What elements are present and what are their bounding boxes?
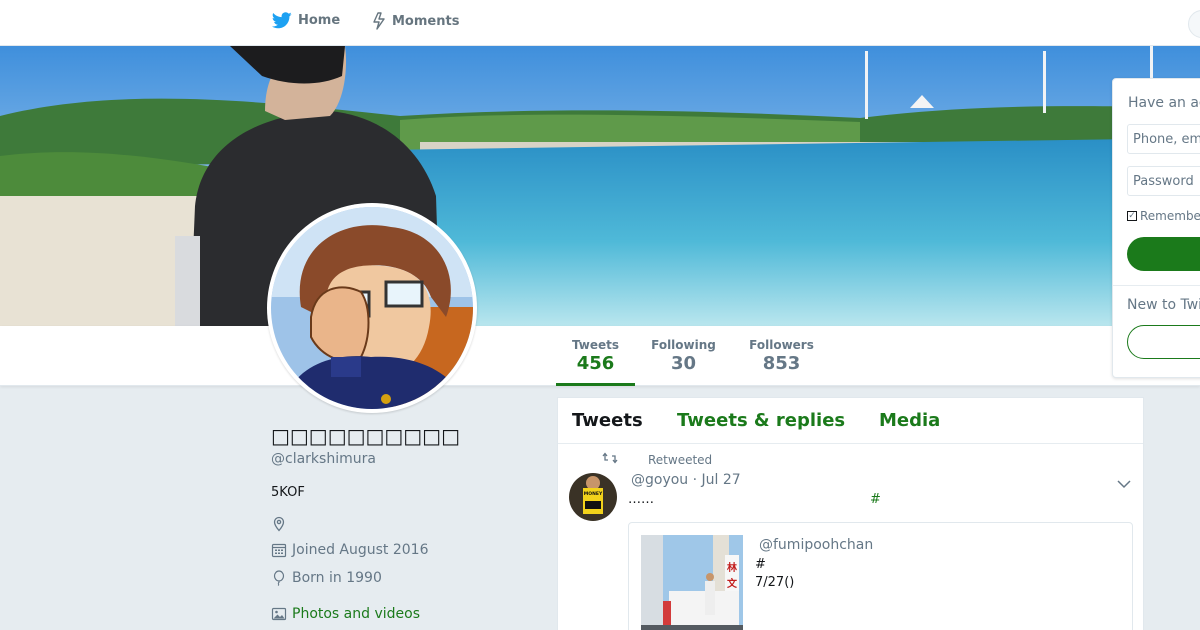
profile-bio: 5KOF	[271, 485, 305, 500]
phone-email-username-field[interactable]	[1127, 124, 1200, 154]
stat-tweets-value: 456	[576, 353, 615, 374]
lightning-icon	[372, 12, 386, 30]
tweet-date[interactable]: Jul 27	[702, 472, 741, 488]
login-panel: Have an account? ✓ Remember me New to Tw…	[1112, 78, 1200, 378]
retweet-context: Retweeted	[602, 452, 712, 467]
quoted-tweet-date-text: 7/27()	[755, 575, 795, 590]
stat-following[interactable]: Following 30	[650, 338, 717, 374]
stat-following-label: Following	[651, 338, 716, 352]
tab-tweets-and-replies[interactable]: Tweets & replies	[677, 410, 845, 431]
login-divider	[1113, 285, 1200, 286]
stat-tweets[interactable]: Tweets 456	[556, 338, 635, 386]
nav-home-label: Home	[298, 13, 341, 28]
banner-char-1: 林	[727, 561, 738, 574]
tab-tweets[interactable]: Tweets	[572, 410, 643, 431]
login-heading: Have an account?	[1128, 95, 1200, 111]
avatar-sign-text: MONEY	[584, 491, 603, 497]
photos-and-videos-label: Photos and videos	[292, 606, 421, 622]
chevron-down-icon[interactable]	[1117, 474, 1131, 493]
twitter-bird-icon	[272, 12, 292, 29]
remember-me[interactable]: ✓ Remember me	[1127, 209, 1200, 223]
profile-birthday: Born in 1990	[271, 570, 382, 586]
profile-avatar[interactable]	[267, 203, 477, 413]
stat-followers[interactable]: Followers 853	[748, 338, 815, 374]
nav-moments-link[interactable]: Moments	[372, 12, 459, 30]
tweet-author-handle[interactable]: @goyou	[631, 472, 688, 488]
balloon-icon	[271, 570, 287, 586]
tweet-author-avatar[interactable]: MONEY	[569, 473, 617, 521]
timeline: Tweets Tweets & replies Media Retweeted …	[557, 397, 1144, 630]
nav-moments-label: Moments	[392, 13, 460, 29]
tab-media[interactable]: Media	[879, 410, 940, 431]
remember-me-label: Remember me	[1140, 209, 1200, 223]
tweet-text: ……	[628, 492, 654, 507]
profile-joined-text: Joined August 2016	[292, 542, 429, 558]
profile-name: □□□□□□□□□□	[271, 424, 460, 448]
tweet-hashtag[interactable]: #	[870, 492, 881, 507]
new-to-twitter-label: New to Twitter?	[1127, 297, 1200, 313]
stat-tweets-label: Tweets	[571, 338, 620, 352]
image-icon	[271, 606, 287, 622]
retweeted-label: Retweeted	[648, 452, 713, 467]
quoted-tweet-hashtag: #	[755, 557, 766, 572]
tweet-separator: ·	[692, 472, 702, 488]
remember-me-checkbox[interactable]: ✓	[1127, 211, 1137, 221]
nav-home-link[interactable]: Home	[272, 12, 340, 29]
search-input[interactable]	[1188, 10, 1200, 38]
top-navigation-bar: Home Moments	[0, 0, 1200, 46]
login-button[interactable]	[1127, 237, 1200, 271]
tweet-header: @goyou · Jul 27	[631, 472, 741, 488]
stat-followers-label: Followers	[749, 338, 814, 352]
password-field[interactable]	[1127, 166, 1200, 196]
timeline-tabs: Tweets Tweets & replies Media	[558, 398, 1143, 444]
profile-stats-bar: Tweets 456 Following 30 Followers 853	[0, 326, 1200, 386]
profile-card: □□□□□□□□□□ @clarkshimura 5KOF Joined Aug…	[271, 424, 541, 622]
signup-button[interactable]	[1127, 325, 1200, 359]
stat-following-value: 30	[670, 353, 697, 374]
quoted-tweet-handle[interactable]: @fumipoohchan	[759, 537, 873, 553]
calendar-icon	[271, 542, 287, 558]
retweet-icon	[602, 452, 618, 467]
profile-location	[271, 516, 292, 532]
quoted-tweet[interactable]: 林 文 @fumipoohchan # 7/27()	[628, 522, 1133, 630]
profile-joined: Joined August 2016	[271, 542, 428, 558]
profile-handle[interactable]: @clarkshimura	[271, 451, 541, 467]
location-pin-icon	[271, 516, 287, 532]
profile-born-text: Born in 1990	[292, 570, 382, 586]
banner-char-2: 文	[727, 577, 738, 590]
photos-and-videos-link[interactable]: Photos and videos	[271, 606, 420, 622]
quoted-tweet-image: 林 文	[641, 535, 743, 630]
profile-banner-image	[0, 46, 1200, 326]
stat-followers-value: 853	[762, 353, 801, 374]
